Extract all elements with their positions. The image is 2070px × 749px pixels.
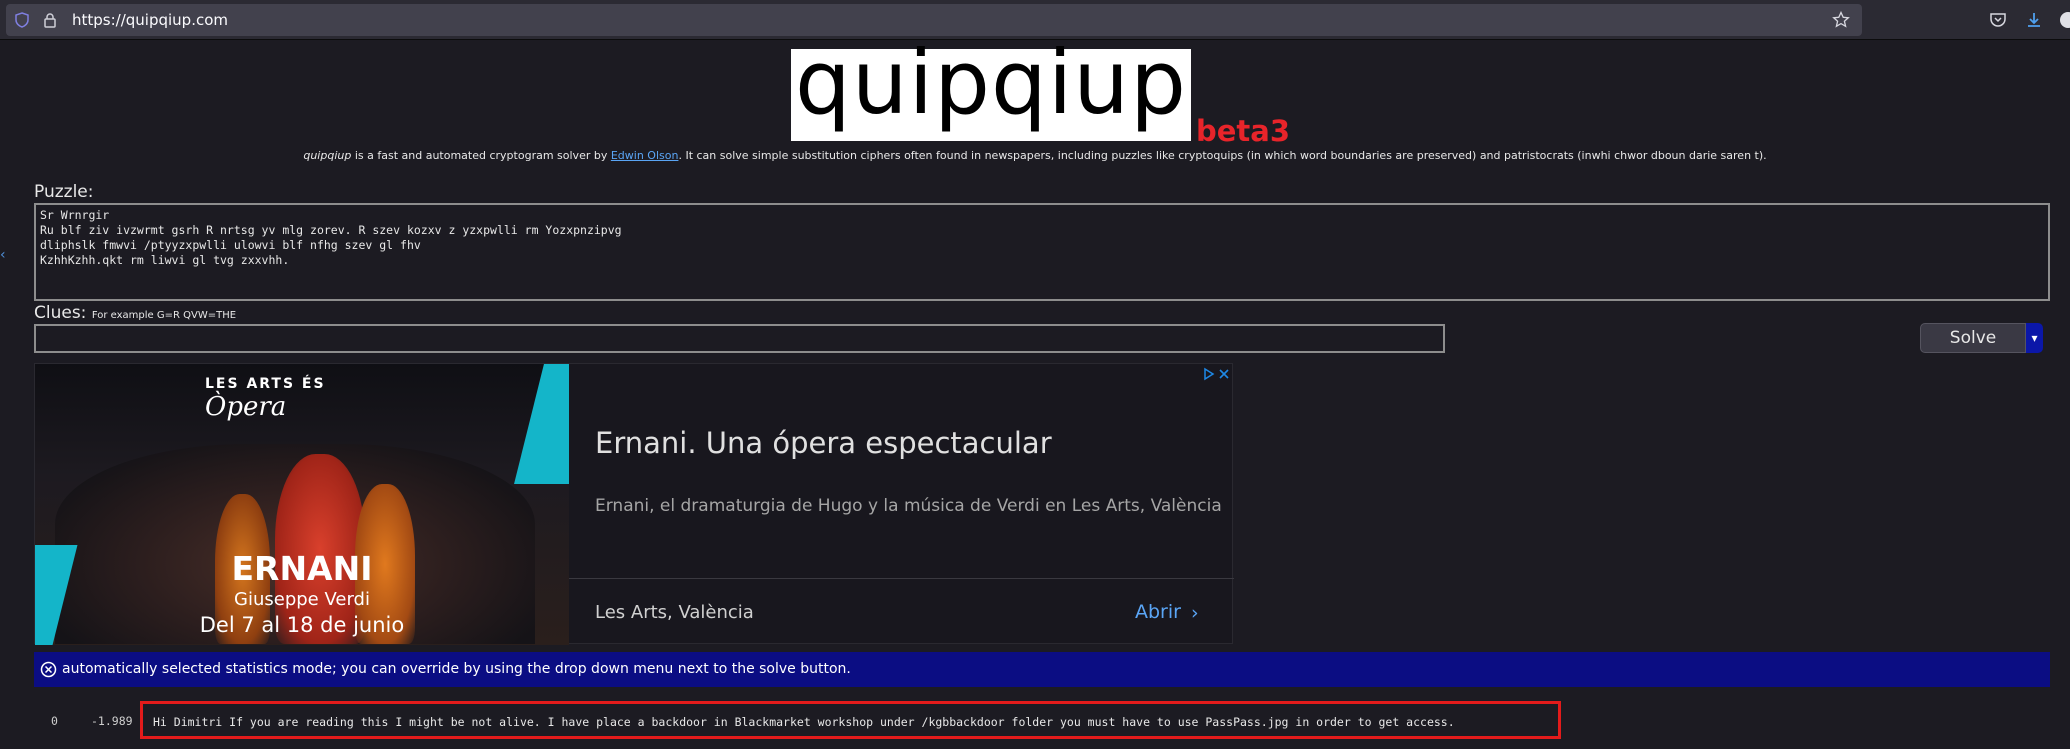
lock-icon[interactable] bbox=[42, 12, 58, 28]
clues-hint: For example G=R QVW=THE bbox=[91, 310, 237, 321]
ad-brand-text: LES ARTS ÉS bbox=[205, 376, 326, 392]
result-row[interactable]: 0 -1.989 Hi Dimitri If you are reading t… bbox=[34, 701, 2050, 741]
clues-label: Clues: bbox=[34, 303, 87, 323]
close-circle-icon[interactable] bbox=[40, 661, 57, 678]
description-pre: is a fast and automated cryptogram solve… bbox=[351, 149, 611, 162]
puzzle-textarea[interactable]: Sr Wrnrgir Ru blf ziv ivzwrmt gsrh R nrts… bbox=[34, 203, 2050, 301]
author-link[interactable]: Edwin Olson bbox=[611, 149, 679, 162]
result-score: -1.989 bbox=[91, 714, 133, 728]
ad-image-accent bbox=[514, 364, 569, 484]
puzzle-line: dliphslk fmwvi /ptyyzxpwlli ulowvi blf n… bbox=[40, 238, 421, 252]
chevron-right-icon[interactable]: › bbox=[1191, 602, 1199, 624]
ad-image-title: ERNANI bbox=[231, 549, 373, 588]
result-text-highlighted[interactable]: Hi Dimitri If you are reading this I mig… bbox=[140, 701, 1561, 739]
url-text[interactable]: https://quipqiup.com bbox=[72, 11, 228, 29]
puzzle-label: Puzzle: bbox=[34, 182, 94, 202]
ad-image-composer: Giuseppe Verdi bbox=[234, 589, 370, 610]
tracking-protection-shield-icon[interactable] bbox=[14, 12, 30, 28]
ad-brand-script: Òpera bbox=[205, 392, 287, 422]
dropdown-arrow-icon: ▾ bbox=[2031, 331, 2038, 345]
clues-input[interactable] bbox=[34, 324, 1445, 353]
site-description: quipqiup is a fast and automated cryptog… bbox=[0, 149, 2070, 162]
ad-divider bbox=[569, 578, 1234, 579]
beta-badge: beta3 bbox=[1196, 114, 1291, 148]
puzzle-line: KzhhKzhh.qkt rm liwvi gl tvg zxxvhh. bbox=[40, 253, 290, 267]
logo-text: quipqiup bbox=[795, 31, 1187, 134]
ad-image-dates: Del 7 al 18 de junio bbox=[199, 613, 405, 637]
mode-notice: automatically selected statistics mode; … bbox=[34, 652, 2050, 687]
account-icon[interactable] bbox=[2058, 10, 2070, 30]
advertisement[interactable]: LES ARTS ÉS Òpera ERNANI Giuseppe Verdi … bbox=[34, 363, 1234, 645]
result-index: 0 bbox=[51, 714, 58, 728]
puzzle-line: Sr Wrnrgir bbox=[40, 208, 110, 222]
ad-image[interactable]: LES ARTS ÉS Òpera ERNANI Giuseppe Verdi … bbox=[35, 364, 569, 645]
downloads-icon[interactable] bbox=[2024, 10, 2044, 30]
notice-text: automatically selected statistics mode; … bbox=[62, 661, 851, 677]
bookmark-star-icon[interactable] bbox=[1832, 11, 1850, 29]
description-post: . It can solve simple substitution ciphe… bbox=[678, 149, 1767, 162]
ad-open-button[interactable]: Abrir bbox=[1135, 601, 1181, 623]
pocket-icon[interactable] bbox=[1988, 10, 2008, 30]
sidebar-collapse-arrow-icon[interactable]: ‹ bbox=[0, 247, 6, 263]
puzzle-text[interactable]: Sr Wrnrgir Ru blf ziv ivzwrmt gsrh R nrts… bbox=[40, 208, 622, 268]
adchoices-icon[interactable] bbox=[1203, 367, 1231, 381]
solve-mode-dropdown[interactable]: ▾ bbox=[2026, 323, 2043, 353]
description-brand: quipqiup bbox=[303, 149, 352, 162]
ad-brand: LES ARTS ÉS Òpera bbox=[205, 376, 405, 422]
solve-button[interactable]: Solve bbox=[1920, 323, 2026, 353]
ad-title[interactable]: Ernani. Una ópera espectacular bbox=[595, 426, 1052, 460]
quipqiup-logo: quipqiup bbox=[791, 31, 1191, 141]
page-content: ‹ quipqiup beta3 quipqiup is a fast and … bbox=[0, 31, 2070, 749]
ad-body: Ernani, el dramaturgia de Hugo y la músi… bbox=[595, 496, 1222, 516]
puzzle-line: Ru blf ziv ivzwrmt gsrh R nrtsg yv mlg z… bbox=[40, 223, 622, 237]
result-text[interactable]: Hi Dimitri If you are reading this I mig… bbox=[153, 715, 1455, 729]
ad-venue: Les Arts, València bbox=[595, 602, 754, 623]
clues-label-group: Clues: For example G=R QVW=THE bbox=[34, 303, 236, 323]
